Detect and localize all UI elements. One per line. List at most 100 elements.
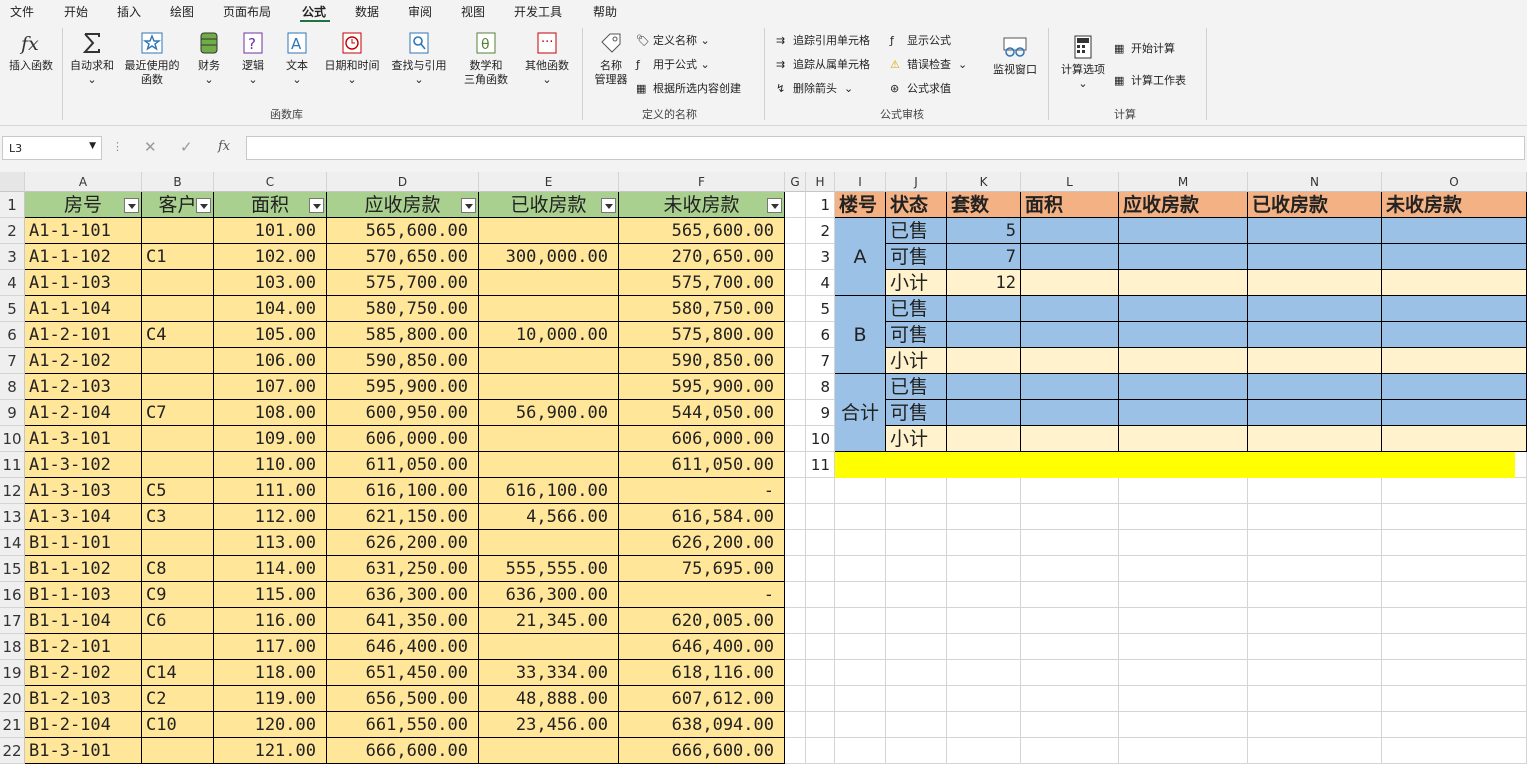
table-cell[interactable]: 620,005.00 <box>619 608 785 634</box>
grid-cell[interactable] <box>785 634 806 660</box>
grid-cell[interactable] <box>785 192 806 218</box>
grid-cell[interactable] <box>1021 634 1119 660</box>
summary-value-cell[interactable]: 5 <box>947 218 1021 244</box>
table-cell[interactable]: 616,100.00 <box>479 478 619 504</box>
summary-value-cell[interactable] <box>1248 244 1382 270</box>
grid-cell[interactable] <box>835 608 886 634</box>
grid-cell[interactable] <box>1248 530 1382 556</box>
recent-functions-button[interactable]: 最近使用的 函数 <box>120 30 184 87</box>
grid-cell[interactable] <box>886 530 947 556</box>
table-cell[interactable]: 585,800.00 <box>327 322 479 348</box>
column-header-E[interactable]: E <box>479 172 619 192</box>
grid-cell[interactable] <box>835 738 886 764</box>
grid-cell[interactable] <box>947 738 1021 764</box>
table-cell[interactable]: C6 <box>142 608 214 634</box>
grid-cell[interactable] <box>1382 686 1527 712</box>
spreadsheet-grid[interactable]: A B C D E F G H I J K L M N O 1 2 3 4 5 6 7 8 9 10 11 12 13 14 15 16 17… <box>0 172 1527 765</box>
table-cell[interactable] <box>479 270 619 296</box>
table-cell[interactable]: A1-2-103 <box>25 374 142 400</box>
table-cell[interactable]: 626,200.00 <box>619 530 785 556</box>
grid-cell[interactable] <box>947 530 1021 556</box>
row-number-cell[interactable]: 4 <box>806 270 835 296</box>
grid-cell[interactable] <box>835 686 886 712</box>
summary-value-cell[interactable] <box>1119 322 1248 348</box>
grid-cell[interactable] <box>785 686 806 712</box>
summary-value-cell[interactable] <box>1119 218 1248 244</box>
grid-cell[interactable] <box>785 738 806 764</box>
menu-review[interactable]: 审阅 <box>408 3 432 20</box>
column-header-H[interactable]: H <box>806 172 835 192</box>
table-cell[interactable]: A1-3-104 <box>25 504 142 530</box>
table-cell[interactable]: 116.00 <box>214 608 327 634</box>
row-header-21[interactable]: 21 <box>0 712 25 738</box>
grid-cell[interactable] <box>1248 478 1382 504</box>
table-cell[interactable]: 108.00 <box>214 400 327 426</box>
table-cell[interactable]: 621,150.00 <box>327 504 479 530</box>
summary-status-cell[interactable]: 已售 <box>886 296 947 322</box>
table-cell[interactable]: 113.00 <box>214 530 327 556</box>
table-cell[interactable]: A1-3-101 <box>25 426 142 452</box>
table-cell[interactable] <box>479 738 619 764</box>
grid-cell[interactable] <box>886 660 947 686</box>
menu-draw[interactable]: 绘图 <box>170 3 194 20</box>
grid-cell[interactable] <box>806 686 835 712</box>
table-cell[interactable]: B1-3-101 <box>25 738 142 764</box>
summary-value-cell[interactable] <box>1382 270 1527 296</box>
table-cell[interactable]: 555,555.00 <box>479 556 619 582</box>
table-cell[interactable]: B1-1-101 <box>25 530 142 556</box>
summary-value-cell[interactable] <box>1021 374 1119 400</box>
more-functions-button[interactable]: ··· 其他函数 ⌄ <box>520 30 574 87</box>
table-cell[interactable]: 21,345.00 <box>479 608 619 634</box>
table-cell[interactable]: 606,000.00 <box>327 426 479 452</box>
grid-cell[interactable] <box>1382 478 1527 504</box>
summary-value-cell[interactable] <box>947 322 1021 348</box>
table-cell[interactable]: 104.00 <box>214 296 327 322</box>
table-cell[interactable]: 580,750.00 <box>619 296 785 322</box>
table-cell[interactable]: 544,050.00 <box>619 400 785 426</box>
menu-home[interactable]: 开始 <box>64 3 88 20</box>
column-header-K[interactable]: K <box>947 172 1021 192</box>
grid-cell[interactable] <box>785 400 806 426</box>
table-cell[interactable]: A1-3-102 <box>25 452 142 478</box>
table-cell[interactable] <box>479 218 619 244</box>
formula-input[interactable] <box>246 136 1525 160</box>
grid-cell[interactable] <box>886 738 947 764</box>
grid-cell[interactable] <box>1248 660 1382 686</box>
table-cell[interactable]: 33,334.00 <box>479 660 619 686</box>
row-header-8[interactable]: 8 <box>0 374 25 400</box>
table-cell[interactable]: 636,300.00 <box>479 582 619 608</box>
table-cell[interactable] <box>479 530 619 556</box>
use-in-formula-button[interactable]: ƒ 用于公式 ⌄ <box>636 58 710 72</box>
table-cell[interactable]: 565,600.00 <box>327 218 479 244</box>
grid-cell[interactable] <box>1119 738 1248 764</box>
table-cell[interactable] <box>142 426 214 452</box>
create-from-selection-button[interactable]: ▦ 根据所选内容创建 <box>636 82 741 96</box>
grid-cell[interactable] <box>947 712 1021 738</box>
table-cell[interactable]: - <box>619 582 785 608</box>
grid-cell[interactable] <box>947 660 1021 686</box>
row-header-11[interactable]: 11 <box>0 452 25 478</box>
summary-value-cell[interactable] <box>1382 322 1527 348</box>
table-cell[interactable]: 616,584.00 <box>619 504 785 530</box>
row-header-3[interactable]: 3 <box>0 244 25 270</box>
table-cell[interactable]: 570,650.00 <box>327 244 479 270</box>
column-header-I[interactable]: I <box>835 172 886 192</box>
table-cell[interactable]: 112.00 <box>214 504 327 530</box>
filter-dropdown-icon[interactable] <box>601 198 616 213</box>
grid-cell[interactable] <box>947 478 1021 504</box>
grid-cell[interactable] <box>785 556 806 582</box>
summary-header-cell[interactable]: 未收房款 <box>1382 192 1527 218</box>
table-cell[interactable]: 646,400.00 <box>327 634 479 660</box>
summary-value-cell[interactable] <box>1248 218 1382 244</box>
table-cell[interactable]: 661,550.00 <box>327 712 479 738</box>
row-header-16[interactable]: 16 <box>0 582 25 608</box>
summary-value-cell[interactable] <box>1248 426 1382 452</box>
row-header-12[interactable]: 12 <box>0 478 25 504</box>
grid-cell[interactable] <box>886 556 947 582</box>
grid-cell[interactable] <box>947 634 1021 660</box>
grid-cell[interactable] <box>947 608 1021 634</box>
filter-dropdown-icon[interactable] <box>767 198 782 213</box>
grid-cell[interactable] <box>947 686 1021 712</box>
table-header-cell[interactable]: 客户 <box>142 192 214 218</box>
table-cell[interactable] <box>142 296 214 322</box>
